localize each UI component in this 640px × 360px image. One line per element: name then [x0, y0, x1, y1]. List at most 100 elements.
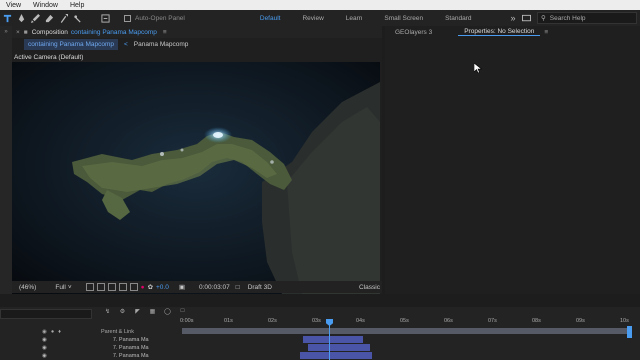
workspace-standard[interactable]: Standard [434, 15, 482, 22]
composition-panel: × ■ Composition containing Panama Mapcom… [12, 26, 382, 294]
eye-icon[interactable]: ◉ [42, 337, 47, 343]
layer-duration-bar[interactable] [303, 336, 363, 343]
motion-blur-icon[interactable]: ◯ [160, 308, 175, 315]
ruler-tick: 09s [576, 318, 585, 324]
work-area-bar[interactable] [182, 328, 630, 334]
puppet-tool-icon[interactable] [70, 11, 84, 25]
flow-separator: < [124, 41, 128, 48]
draft-3d-switch-icon[interactable]: ⚙ [115, 308, 130, 315]
shy-layers-icon[interactable]: ◤ [130, 308, 145, 315]
work-area-end-handle[interactable] [627, 326, 632, 338]
search-help-placeholder: Search Help [549, 14, 586, 22]
type-tool-icon[interactable] [0, 11, 14, 25]
time-ruler[interactable]: 0:00s 01s 02s 03s 04s 05s 06s 07s 08s 09… [180, 318, 632, 328]
menu-help[interactable]: Help [64, 2, 90, 9]
timeline-search-input[interactable] [0, 309, 92, 319]
workspace-default[interactable]: Default [249, 15, 292, 22]
label-column-icon[interactable]: ♦ [58, 329, 61, 335]
eye-icon[interactable]: ◉ [42, 353, 47, 359]
eye-icon[interactable]: ◉ [42, 345, 47, 351]
close-tab-icon[interactable]: × [12, 29, 24, 36]
layer-name: 7. Panama Ma [112, 353, 149, 359]
parent-link-header: Parent & Link [100, 329, 134, 335]
layer-duration-bar[interactable] [300, 352, 372, 359]
ruler-tick: 10s [620, 318, 629, 324]
pen-tool-icon[interactable] [14, 11, 28, 25]
tab-geolayers[interactable]: GEOlayers 3 [389, 29, 438, 36]
frame-blending-icon[interactable]: ▦ [145, 308, 160, 315]
tab-properties[interactable]: Properties: No Selection [458, 28, 541, 36]
exposure-value[interactable]: +0.0 [156, 284, 169, 291]
layer-name: 7. Panama Ma [112, 345, 149, 351]
timeline-panel: ↯ ⚙ ◤ ▦ ◯ □ 0:00s 01s 02s 03s 04s 05s 06… [0, 307, 640, 360]
composition-tab-bar: × ■ Composition containing Panama Mapcom… [12, 26, 382, 38]
lock-icon[interactable]: ■ [24, 29, 28, 36]
mask-visibility-icon[interactable] [107, 283, 116, 291]
panama-map-image [12, 62, 380, 294]
draft-3d-toggle[interactable]: Draft 3D [248, 284, 272, 291]
auto-open-panel-label: Auto-Open Panel [135, 14, 185, 22]
composition-tab-name[interactable]: containing Panama Mapcomp [71, 29, 157, 36]
right-panel-tabs: GEOlayers 3 Properties: No Selection ≡ [385, 26, 640, 38]
ruler-tick: 08s [532, 318, 541, 324]
draft-3d-icon[interactable]: □ [236, 284, 240, 291]
renderer-dropdown[interactable]: Classic [359, 284, 380, 291]
layer-row[interactable]: ◉ 7. Panama Ma [0, 336, 180, 344]
snapping-icon[interactable] [98, 11, 112, 25]
brush-tool-icon[interactable] [28, 11, 42, 25]
color-channel-icon[interactable]: ● [141, 284, 145, 291]
workspace-review[interactable]: Review [291, 15, 334, 22]
layer-duration-bar[interactable] [308, 344, 370, 351]
comp-flowchart-icon[interactable]: ↯ [100, 308, 115, 315]
monitor-icon[interactable] [519, 11, 533, 25]
region-of-interest-icon[interactable] [85, 283, 94, 291]
eraser-tool-icon[interactable] [42, 11, 56, 25]
properties-panel: GEOlayers 3 Properties: No Selection ≡ [385, 26, 640, 294]
layer-row[interactable]: ◉ 7. Panama Ma [0, 344, 180, 352]
panel-menu-icon[interactable]: ≡ [544, 29, 548, 36]
lock-column-icon[interactable]: ● [51, 329, 54, 335]
auto-open-panel-checkbox[interactable] [124, 14, 131, 22]
flow-next-comp[interactable]: Panama Mapcomp [134, 41, 189, 48]
grid-icon[interactable] [129, 283, 138, 291]
panel-menu-icon[interactable]: ≡ [163, 29, 167, 36]
left-panel-strip[interactable]: » [0, 26, 12, 294]
tool-bar: Auto-Open Panel Default Review Learn Sma… [0, 10, 640, 26]
ruler-tick: 04s [356, 318, 365, 324]
visibility-icon[interactable]: ◉ [42, 329, 47, 335]
composition-controls: (46%) Full ˅ ● ✿ +0.0 ▣ 0:00:03:07 □ Dra… [12, 281, 382, 293]
workspace-small-screen[interactable]: Small Screen [373, 15, 434, 22]
roto-brush-tool-icon[interactable] [56, 11, 70, 25]
ruler-tick: 02s [268, 318, 277, 324]
guides-icon[interactable] [118, 283, 127, 291]
menu-window[interactable]: Window [27, 2, 64, 9]
search-icon: ⚲ [541, 15, 546, 22]
menu-view[interactable]: View [0, 2, 27, 9]
graph-editor-icon[interactable]: □ [175, 308, 190, 315]
resolution-dropdown[interactable]: Full [55, 284, 65, 291]
composition-viewer[interactable] [12, 62, 380, 294]
composition-flowchart-bar: containing Panama Mapcomp < Panama Mapco… [12, 38, 382, 51]
composition-tab-prefix: Composition [31, 28, 68, 36]
workspace-overflow-icon[interactable]: » [510, 13, 515, 23]
mouse-cursor-icon [474, 63, 482, 73]
active-camera-label: Active Camera (Default) [14, 54, 84, 61]
current-timecode[interactable]: 0:00:03:07 [199, 284, 230, 291]
camera-snapshot-icon[interactable]: ▣ [179, 283, 185, 291]
chevron-down-icon[interactable]: ˅ [68, 284, 72, 291]
flow-current-comp[interactable]: containing Panama Mapcomp [24, 39, 118, 50]
search-help-input[interactable]: ⚲ Search Help [537, 12, 637, 24]
ruler-tick: 06s [444, 318, 453, 324]
ruler-tick: 07s [488, 318, 497, 324]
ruler-tick: 0:00s [180, 318, 194, 324]
layer-row[interactable]: ◉ 7. Panama Ma [0, 352, 180, 360]
color-management-icon[interactable]: ✿ [148, 283, 153, 291]
ruler-tick: 03s [312, 318, 321, 324]
menu-bar: View Window Help [0, 0, 640, 10]
transparency-grid-icon[interactable] [96, 283, 105, 291]
layer-name: 7. Panama Ma [112, 337, 149, 343]
layer-column-header: ◉ ● ♦ Parent & Link [0, 328, 180, 336]
workspace-learn[interactable]: Learn [335, 15, 374, 22]
expand-arrow-icon[interactable]: » [0, 29, 12, 35]
magnification-dropdown[interactable]: (46%) [16, 284, 39, 291]
